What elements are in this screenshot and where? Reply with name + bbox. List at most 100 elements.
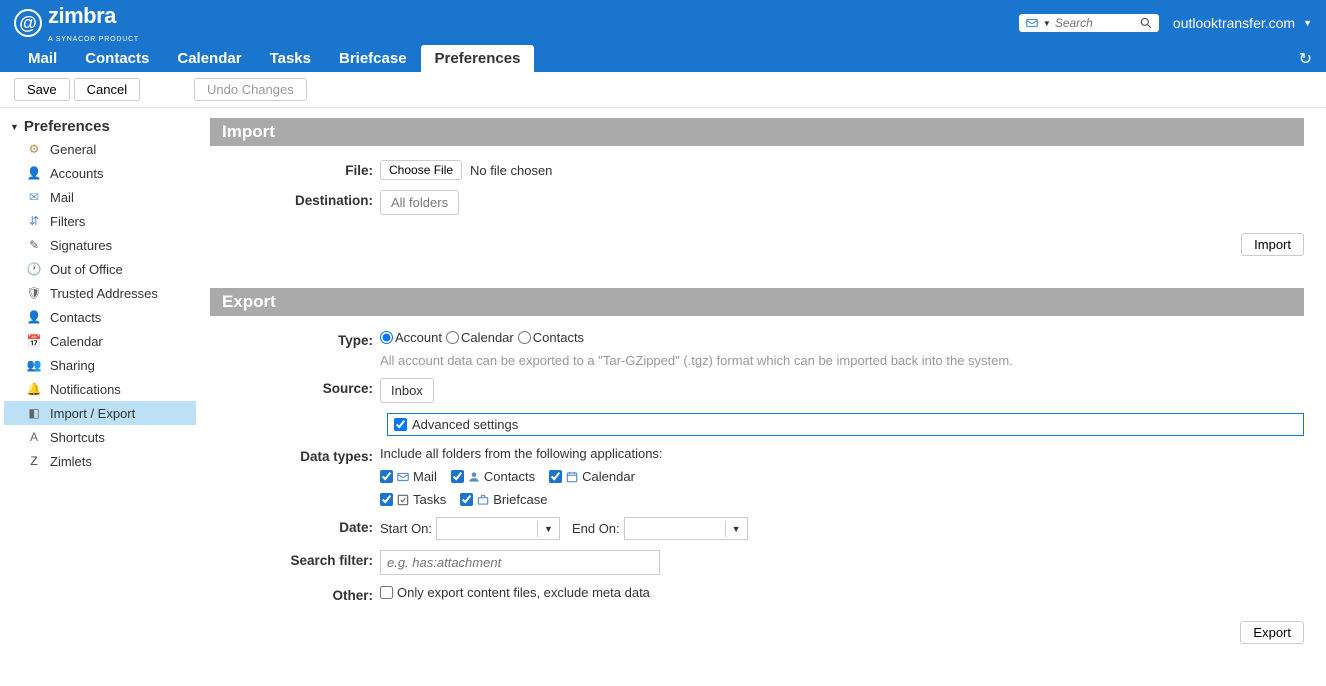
tab-calendar[interactable]: Calendar xyxy=(163,45,255,72)
type-option-account: Account xyxy=(395,330,442,345)
datatype-briefcase-checkbox[interactable] xyxy=(460,493,473,506)
sidebar-item-label: Import / Export xyxy=(50,406,135,421)
main-nav: Mail Contacts Calendar Tasks Briefcase P… xyxy=(0,46,1326,72)
import-header: Import xyxy=(210,118,1304,146)
choose-file-button[interactable]: Choose File xyxy=(380,160,462,180)
sidebar-item-label: Shortcuts xyxy=(50,430,105,445)
advanced-checkbox[interactable] xyxy=(394,418,407,431)
date-label: Date: xyxy=(210,517,380,535)
sidebar-header[interactable]: Preferences xyxy=(4,116,196,137)
other-label: Other: xyxy=(210,585,380,603)
sidebar-item-label: Notifications xyxy=(50,382,121,397)
datatype-mail-label: Mail xyxy=(413,469,437,484)
sidebar-item-out-of-office[interactable]: 🕐Out of Office xyxy=(4,257,196,281)
search-input[interactable] xyxy=(1055,16,1139,30)
type-radio-calendar[interactable] xyxy=(446,331,459,344)
user-menu[interactable]: outlooktransfer.com ▼ xyxy=(1173,15,1312,31)
datatype-tasks: Tasks xyxy=(380,492,446,507)
tab-mail[interactable]: Mail xyxy=(14,45,71,72)
sidebar-item-sharing[interactable]: 👥Sharing xyxy=(4,353,196,377)
start-date-dropdown[interactable]: ▼ xyxy=(537,521,559,537)
sidebar-item-shortcuts[interactable]: A Shortcuts xyxy=(4,425,196,449)
undo-button[interactable]: Undo Changes xyxy=(194,78,307,101)
mail-icon: ✉ xyxy=(26,189,42,205)
datatype-briefcase: Briefcase xyxy=(460,492,547,507)
sharing-icon: 👥 xyxy=(26,357,42,373)
tab-contacts[interactable]: Contacts xyxy=(71,45,163,72)
sidebar-item-label: Zimlets xyxy=(50,454,92,469)
sidebar-item-mail[interactable]: ✉ Mail xyxy=(4,185,196,209)
destination-select[interactable]: All folders xyxy=(380,190,459,215)
other-checkbox[interactable] xyxy=(380,586,393,599)
calendar-icon: 📅 xyxy=(26,333,42,349)
sidebar-item-label: Calendar xyxy=(50,334,103,349)
datatype-contacts-label: Contacts xyxy=(484,469,535,484)
sidebar-item-import-export[interactable]: ◧Import / Export xyxy=(4,401,196,425)
sidebar-item-label: Accounts xyxy=(50,166,103,181)
type-hint: All account data can be exported to a "T… xyxy=(380,349,1013,368)
mail-icon xyxy=(1025,16,1039,30)
sidebar-item-label: Mail xyxy=(50,190,74,205)
contacts-icon: 👤 xyxy=(26,309,42,325)
zimbra-icon xyxy=(14,9,42,37)
accounts-icon: 👤 xyxy=(26,165,42,181)
datatype-mail-checkbox[interactable] xyxy=(380,470,393,483)
save-button[interactable]: Save xyxy=(14,78,70,101)
type-label: Type: xyxy=(210,330,380,348)
end-date-dropdown[interactable]: ▼ xyxy=(725,521,747,537)
datatype-calendar-checkbox[interactable] xyxy=(549,470,562,483)
type-option-calendar: Calendar xyxy=(461,330,514,345)
search-icon[interactable] xyxy=(1139,16,1153,30)
sidebar-item-notifications[interactable]: 🔔Notifications xyxy=(4,377,196,401)
sidebar-item-contacts[interactable]: 👤Contacts xyxy=(4,305,196,329)
datatype-tasks-label: Tasks xyxy=(413,492,446,507)
source-select[interactable]: Inbox xyxy=(380,378,434,403)
end-date-picker[interactable]: ▼ xyxy=(624,517,748,540)
datatypes-label: Data types: xyxy=(210,446,380,464)
datatype-calendar-label: Calendar xyxy=(582,469,635,484)
start-date-picker[interactable]: ▼ xyxy=(436,517,560,540)
tab-preferences[interactable]: Preferences xyxy=(421,45,535,72)
sidebar: Preferences ⚙General 👤 Accounts ✉ Mail ⇵Filte… xyxy=(0,108,200,686)
type-option-contacts: Contacts xyxy=(533,330,584,345)
export-button[interactable]: Export xyxy=(1240,621,1304,644)
cancel-button[interactable]: Cancel xyxy=(74,78,140,101)
searchfilter-label: Search filter: xyxy=(210,550,380,568)
type-radio-account[interactable] xyxy=(380,331,393,344)
tab-tasks[interactable]: Tasks xyxy=(256,45,325,72)
chevron-down-icon: ▼ xyxy=(1303,18,1312,28)
type-radio-contacts[interactable] xyxy=(518,331,531,344)
sidebar-item-label: Signatures xyxy=(50,238,112,253)
datatype-mail: Mail xyxy=(380,469,437,484)
refresh-icon[interactable]: ↻ xyxy=(1299,49,1312,69)
sidebar-item-trusted-addresses[interactable]: 🛡Trusted Addresses xyxy=(4,281,196,305)
datatypes-hint: Include all folders from the following a… xyxy=(380,446,663,461)
advanced-label: Advanced settings xyxy=(412,417,518,432)
tab-briefcase[interactable]: Briefcase xyxy=(325,45,421,72)
sidebar-item-label: General xyxy=(50,142,96,157)
file-label: File: xyxy=(210,160,380,178)
sidebar-item-filters[interactable]: ⇵Filters xyxy=(4,209,196,233)
calendar-icon xyxy=(565,470,579,484)
datatype-tasks-checkbox[interactable] xyxy=(380,493,393,506)
start-date-input[interactable] xyxy=(437,518,537,539)
sidebar-item-zimlets[interactable]: ZZimlets xyxy=(4,449,196,473)
app-header: zimbra A SYNACOR PRODUCT ▼ outlooktransf… xyxy=(0,0,1326,46)
global-search[interactable]: ▼ xyxy=(1019,14,1159,32)
sidebar-item-accounts[interactable]: 👤 Accounts xyxy=(4,161,196,185)
sidebar-item-signatures[interactable]: ✎Signatures xyxy=(4,233,196,257)
datatype-contacts: Contacts xyxy=(451,469,535,484)
sidebar-item-calendar[interactable]: 📅 Calendar xyxy=(4,329,196,353)
other-checkbox-label: Only export content files, exclude meta … xyxy=(397,585,650,600)
datatype-contacts-checkbox[interactable] xyxy=(451,470,464,483)
shortcuts-icon: A xyxy=(26,429,42,445)
sidebar-item-label: Out of Office xyxy=(50,262,123,277)
mail-icon xyxy=(396,470,410,484)
search-scope-caret[interactable]: ▼ xyxy=(1043,19,1051,28)
end-date-input[interactable] xyxy=(625,518,725,539)
searchfilter-input[interactable] xyxy=(380,550,660,575)
import-button[interactable]: Import xyxy=(1241,233,1304,256)
trusted-addresses-icon: 🛡 xyxy=(26,285,42,301)
sidebar-item-general[interactable]: ⚙General xyxy=(4,137,196,161)
advanced-settings-box: Advanced settings xyxy=(387,413,1304,436)
